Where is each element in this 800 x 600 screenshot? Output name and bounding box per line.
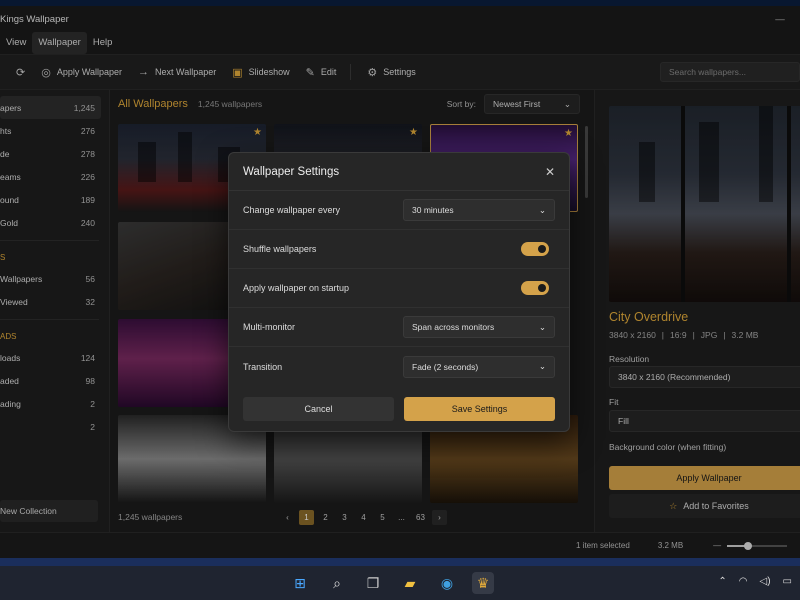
- chevron-down-icon: ⌄: [538, 204, 546, 215]
- edge-browser-icon[interactable]: ◉: [436, 572, 458, 594]
- wallpaper-settings-dialog: Wallpaper Settings ✕ Change wallpaper ev…: [228, 152, 570, 432]
- chevron-down-icon: ⌄: [538, 321, 546, 332]
- startup-row: Apply wallpaper on startup: [229, 269, 569, 308]
- change-interval-value: 30 minutes: [412, 205, 454, 215]
- close-icon[interactable]: ✕: [545, 165, 555, 179]
- chevron-up-icon[interactable]: ⌃: [718, 576, 726, 587]
- multi-monitor-row: Multi-monitor Span across monitors ⌄: [229, 308, 569, 347]
- startup-label: Apply wallpaper on startup: [243, 283, 350, 293]
- taskbar: ⊞ ⌕ ❐ ▰ ◉ ♛ ⌃ ◠ ◁) ▭: [0, 566, 800, 600]
- startup-toggle[interactable]: [521, 281, 549, 295]
- dialog-header: Wallpaper Settings ✕: [229, 153, 569, 191]
- multi-monitor-label: Multi-monitor: [243, 322, 296, 332]
- multi-monitor-select[interactable]: Span across monitors ⌄: [403, 316, 555, 338]
- change-interval-label: Change wallpaper every: [243, 205, 341, 215]
- system-tray: ⌃ ◠ ◁) ▭: [718, 576, 792, 587]
- save-settings-button[interactable]: Save Settings: [404, 397, 555, 421]
- file-explorer-icon[interactable]: ▰: [399, 572, 421, 594]
- windows-start-icon[interactable]: ⊞: [289, 572, 311, 594]
- transition-row: Transition Fade (2 seconds) ⌄: [229, 347, 569, 386]
- task-view-icon[interactable]: ❐: [362, 572, 384, 594]
- transition-value: Fade (2 seconds): [412, 361, 479, 372]
- transition-label: Transition: [243, 361, 283, 372]
- shuffle-toggle[interactable]: [521, 242, 549, 256]
- cancel-button[interactable]: Cancel: [243, 397, 394, 421]
- chevron-down-icon: ⌄: [538, 361, 546, 371]
- search-icon[interactable]: ⌕: [326, 572, 348, 594]
- dialog-footer: Cancel Save Settings: [243, 397, 555, 421]
- change-interval-row: Change wallpaper every 30 minutes ⌄: [229, 191, 569, 230]
- kings-wallpaper-app-icon[interactable]: ♛: [472, 572, 494, 594]
- dialog-title: Wallpaper Settings: [243, 165, 340, 178]
- wifi-icon[interactable]: ◠: [739, 576, 748, 587]
- volume-icon[interactable]: ◁): [760, 576, 771, 587]
- battery-icon[interactable]: ▭: [783, 576, 792, 587]
- shuffle-row: Shuffle wallpapers: [229, 230, 569, 269]
- change-interval-select[interactable]: 30 minutes ⌄: [403, 199, 555, 221]
- multi-monitor-value: Span across monitors: [412, 322, 495, 332]
- shuffle-label: Shuffle wallpapers: [243, 244, 317, 254]
- transition-select[interactable]: Fade (2 seconds) ⌄: [403, 355, 555, 378]
